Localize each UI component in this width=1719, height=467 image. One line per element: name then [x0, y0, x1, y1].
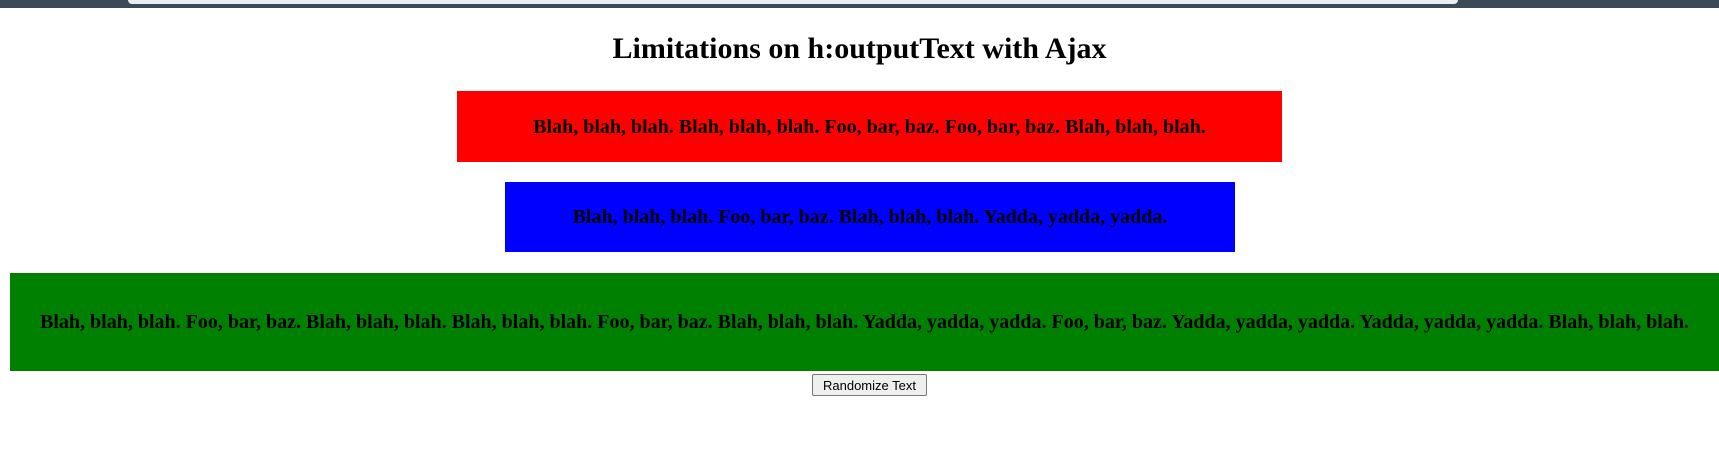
page-title: Limitations on h:outputText with Ajax	[612, 32, 1107, 65]
blue-output-text: Blah, blah, blah. Foo, bar, baz. Blah, b…	[505, 182, 1235, 252]
randomize-text-button[interactable]: Randomize Text	[812, 374, 927, 396]
browser-chrome-bar	[0, 0, 1719, 8]
red-output-text: Blah, blah, blah. Blah, blah, blah. Foo,…	[457, 91, 1282, 162]
page-content: Limitations on h:outputText with Ajax Bl…	[0, 8, 1719, 467]
green-output-text: Blah, blah, blah. Foo, bar, baz. Blah, b…	[10, 273, 1719, 371]
browser-address-bar[interactable]	[128, 0, 1458, 4]
